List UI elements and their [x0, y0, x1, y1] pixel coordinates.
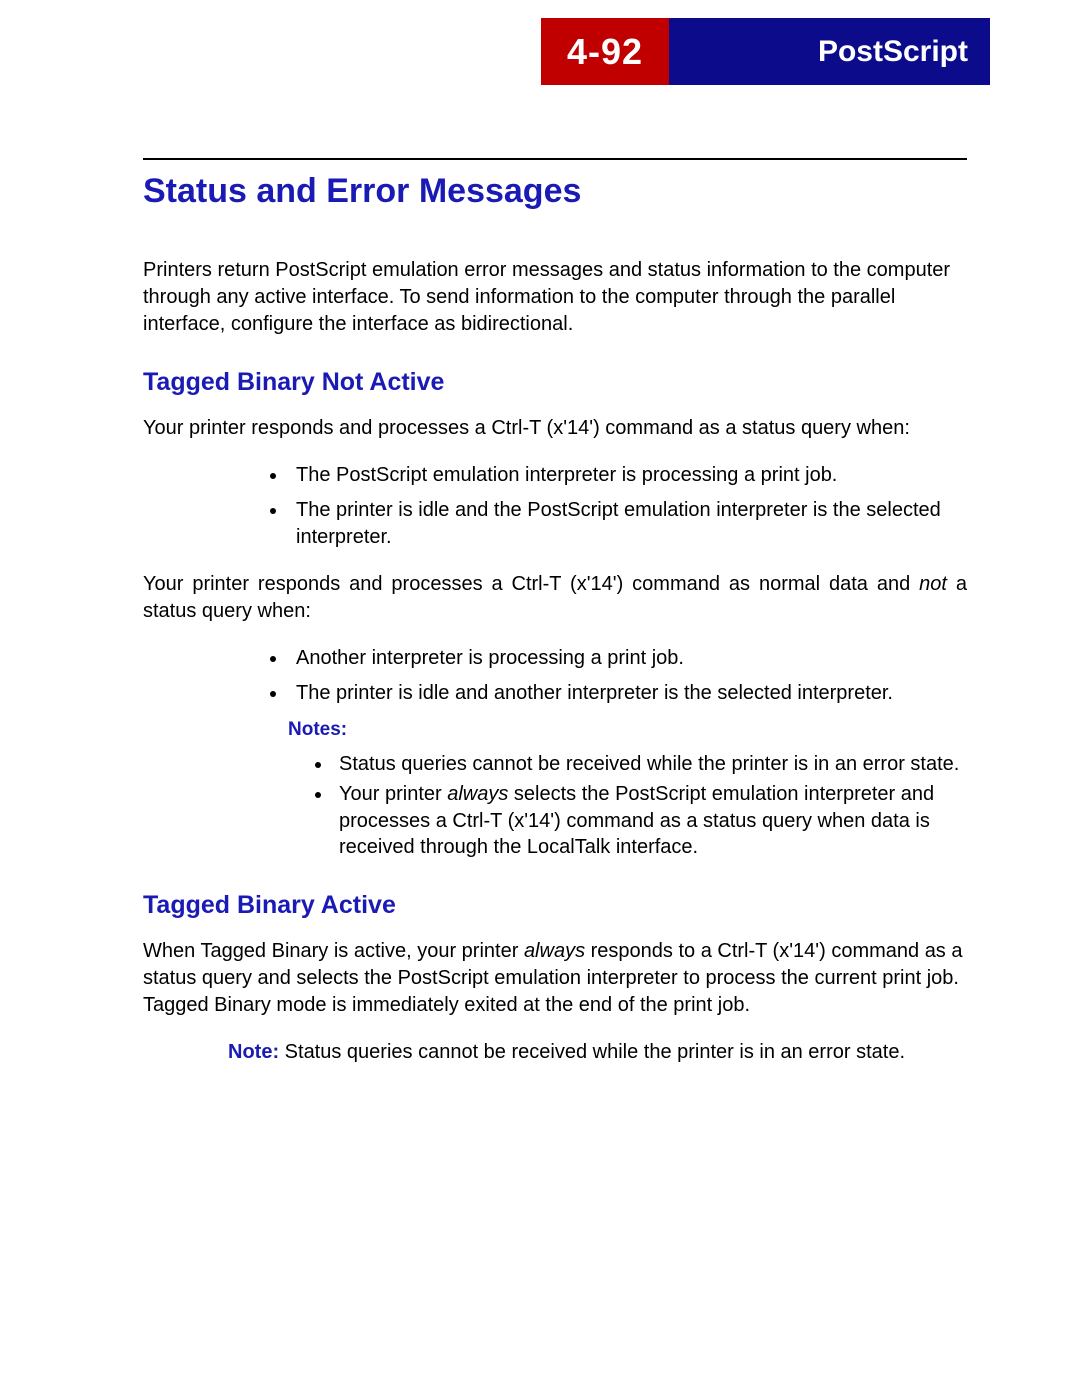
notes-label: Notes:	[288, 719, 967, 741]
tbna-list2: Another interpreter is processing a prin…	[143, 645, 967, 707]
tba-note: Note: Status queries cannot be received …	[228, 1039, 967, 1066]
list-item: The printer is idle and another interpre…	[288, 680, 967, 707]
tba-heading: Tagged Binary Active	[143, 891, 967, 920]
list-item: The PostScript emulation interpreter is …	[288, 462, 967, 489]
intro-paragraph: Printers return PostScript emulation err…	[143, 257, 967, 338]
tbna-p2: Your printer responds and processes a Ct…	[143, 571, 967, 625]
tbna-list1: The PostScript emulation interpreter is …	[143, 462, 967, 551]
text-run: Status queries cannot be received while …	[279, 1041, 905, 1063]
tbna-heading: Tagged Binary Not Active	[143, 368, 967, 397]
list-item: Your printer always selects the PostScri…	[333, 781, 967, 860]
list-item: Another interpreter is processing a prin…	[288, 645, 967, 672]
page-content: Status and Error Messages Printers retur…	[143, 158, 967, 1086]
text-run: Your printer responds and processes a Ct…	[143, 573, 919, 595]
page-header: 4-92 PostScript	[541, 18, 990, 85]
text-italic: not	[919, 573, 947, 595]
main-heading: Status and Error Messages	[143, 172, 967, 211]
list-item: The printer is idle and the PostScript e…	[288, 497, 967, 551]
text-italic: always	[524, 940, 585, 962]
rule	[143, 158, 967, 160]
page: 4-92 PostScript Status and Error Message…	[0, 0, 1080, 1397]
section-title: PostScript	[669, 18, 990, 85]
text-run: Your printer	[339, 783, 447, 805]
page-number: 4-92	[541, 18, 669, 85]
note-prefix: Note:	[228, 1041, 279, 1063]
list-item: Status queries cannot be received while …	[333, 751, 967, 777]
tbna-notes: Status queries cannot be received while …	[143, 751, 967, 861]
text-run: When Tagged Binary is active, your print…	[143, 940, 524, 962]
text-italic: always	[447, 783, 508, 805]
tbna-p1: Your printer responds and processes a Ct…	[143, 415, 967, 442]
tba-paragraph: When Tagged Binary is active, your print…	[143, 938, 967, 1019]
